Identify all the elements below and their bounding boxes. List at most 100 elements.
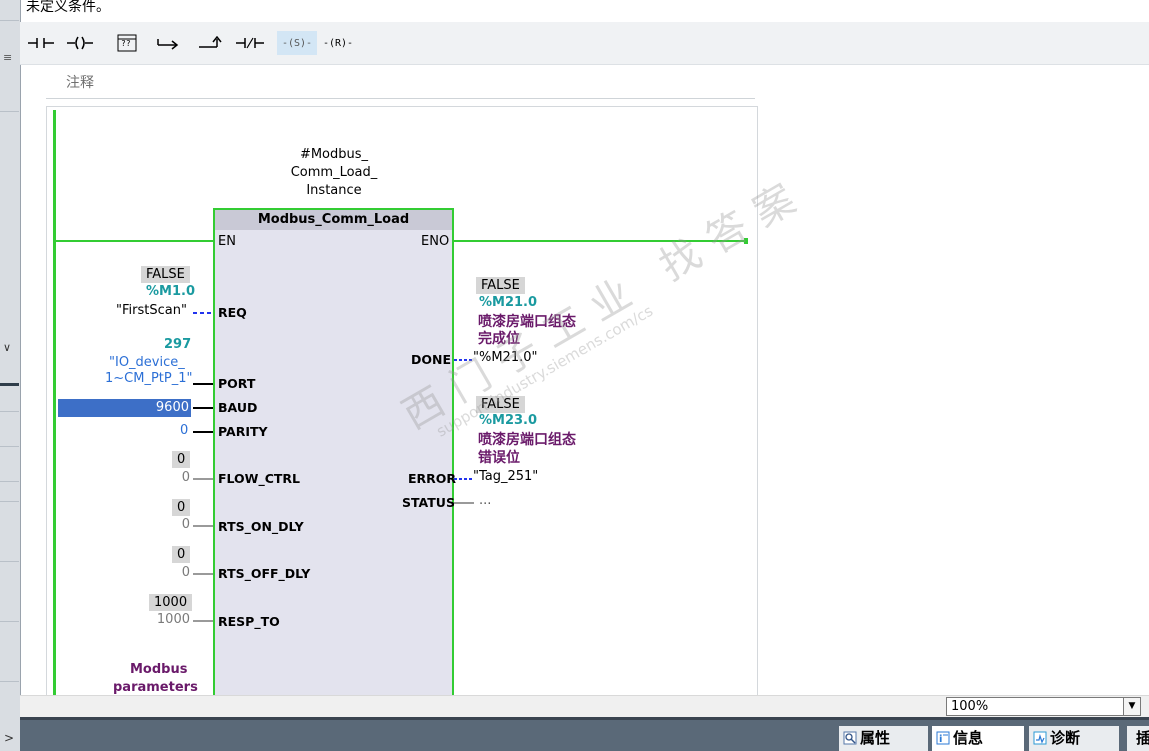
gutter-segment [0,445,19,447]
set-coil-label: (S) [287,37,307,49]
error-comment-line2: 错误位 [478,450,520,466]
baud-lead [193,407,213,409]
done-comment-line1: 喷漆房端口组态 [478,314,576,330]
network-comment[interactable]: 注释 [66,72,94,92]
status-operand[interactable]: ... [479,493,491,508]
modbus-params-line2: parameters [113,680,198,695]
pin-req: REQ [218,305,247,320]
req-address: %M1.0 [146,284,195,299]
instance-line: Instance [306,183,362,198]
parity-value[interactable]: 0 [180,423,188,438]
chevron-right-icon[interactable]: > [4,731,14,745]
tab-more[interactable]: 插 [1127,726,1149,751]
port-tag-line2[interactable]: 1~CM_PtP_1" [105,371,192,386]
done-lead [454,359,472,361]
reset-coil-label: (R) [328,37,348,49]
tab-properties[interactable]: 属性 [839,726,928,751]
gutter-segment [0,410,19,412]
zoom-select[interactable]: 100% ▼ [946,697,1141,716]
flow-ctrl-value[interactable]: 0 [170,470,190,485]
power-rail [53,110,56,695]
pin-en: EN [218,234,236,249]
gutter-divider [0,383,19,386]
coil-icon [67,36,93,50]
empty-box-button[interactable]: ?? [112,31,142,55]
left-gutter: ≡ ∨ > [0,0,21,751]
rts-off-dly-monitor: 0 [172,546,191,563]
gutter-segment [0,480,19,482]
ladder-toolbar: ?? -(S)- -(R)- [20,22,1149,65]
resp-to-lead [193,620,213,622]
baud-value[interactable]: 9600 [58,399,191,417]
eno-wire [454,240,746,242]
open-branch-icon [157,39,179,50]
done-comment-line2: 完成位 [478,331,520,347]
set-coil-icon: -(S)- [281,37,313,49]
reset-coil-icon: -(R)- [322,37,354,49]
no-contact-button[interactable] [26,31,56,55]
nc-contact-icon [236,37,264,49]
lines-icon[interactable]: ≡ [3,52,15,63]
done-tag[interactable]: "%M21.0" [473,350,537,365]
tab-diagnostics[interactable]: 诊断 [1029,726,1119,751]
pin-eno: ENO [421,234,450,249]
error-tag[interactable]: "Tag_251" [473,469,538,484]
gutter-segment [0,110,19,112]
condition-text: 未定义条件。 [26,0,110,15]
close-branch-button[interactable] [196,31,226,55]
resp-to-monitor: 1000 [149,594,193,611]
chevron-down-icon[interactable]: ∨ [3,341,11,354]
gutter-segment [0,500,19,502]
tab-info[interactable]: i 信息 [932,726,1024,751]
properties-icon [843,731,857,745]
pin-port: PORT [218,376,256,391]
error-comment-line1: 喷漆房端口组态 [478,432,576,448]
tab-more-label: 插 [1136,729,1149,747]
tab-properties-label: 属性 [860,729,891,747]
error-monitor-value: FALSE [476,396,525,413]
port-monitor-value: 297 [164,337,192,352]
nc-contact-button[interactable] [235,31,265,55]
parity-lead [193,431,213,433]
info-icon: i [936,731,950,745]
instance-db-name[interactable]: #Modbus_ Comm_Load_ Instance [272,146,396,200]
flow-ctrl-lead [193,478,213,480]
status-lead [454,502,474,504]
comment-divider [46,98,755,99]
rts-on-dly-lead [193,525,213,527]
set-coil-button[interactable]: -(S)- [277,31,317,55]
instance-line: #Modbus_ [299,147,369,162]
done-monitor-value: FALSE [476,277,525,294]
rts-off-dly-value[interactable]: 0 [170,565,190,580]
rts-off-dly-lead [193,573,213,575]
diagnostics-icon [1033,731,1047,745]
rts-on-dly-value[interactable]: 0 [170,517,190,532]
gutter-segment [0,680,19,682]
pin-done: DONE [411,352,452,367]
function-block-title: Modbus_Comm_Load [215,210,452,230]
pin-resp-to: RESP_TO [218,614,280,629]
pin-baud: BAUD [218,400,258,415]
done-address: %M21.0 [479,295,538,310]
open-branch-button[interactable] [153,31,183,55]
pin-status: STATUS [402,495,455,510]
req-tag[interactable]: "FirstScan" [116,303,187,318]
resp-to-value[interactable]: 1000 [150,612,190,627]
zoom-dropdown-button[interactable]: ▼ [1123,698,1140,715]
flow-ctrl-monitor: 0 [172,451,191,468]
pin-flow-ctrl: FLOW_CTRL [218,471,301,486]
instance-line: Comm_Load_ [290,165,378,180]
error-address: %M23.0 [479,413,538,428]
modbus-params-line1: Modbus [130,662,188,677]
port-tag-line1[interactable]: "IO_device_ [109,355,185,370]
svg-text:i: i [939,734,942,745]
en-wire [55,240,213,242]
zoom-value: 100% [951,699,989,714]
pin-error: ERROR [408,471,457,486]
gutter-segment [0,560,19,562]
rts-on-dly-monitor: 0 [172,499,191,516]
chevron-down-icon: ▼ [1128,701,1136,711]
coil-button[interactable] [65,31,95,55]
gutter-segment [0,620,19,622]
reset-coil-button[interactable]: -(R)- [318,31,358,55]
